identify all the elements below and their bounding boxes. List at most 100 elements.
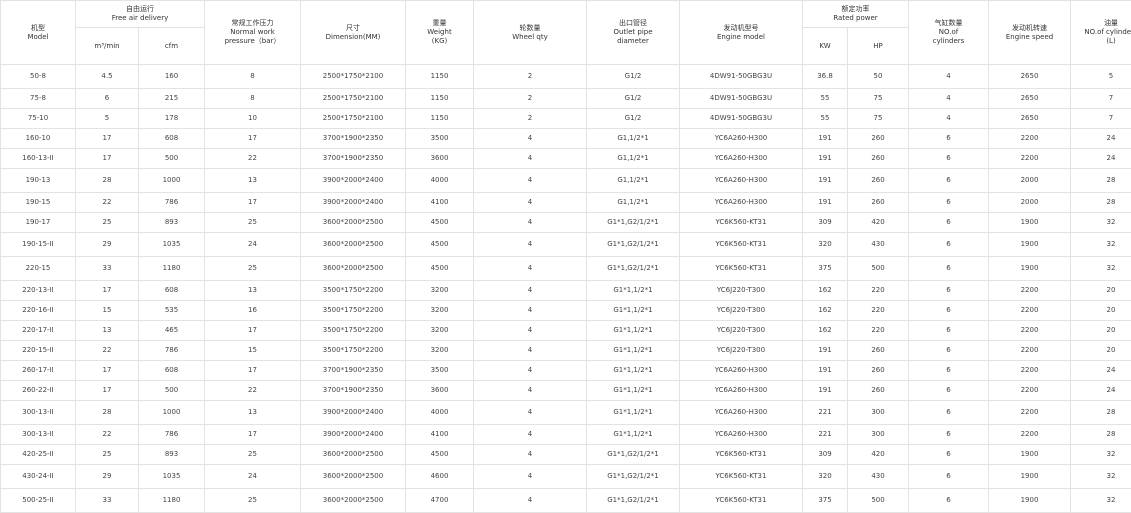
- cell-engine-speed: 1900: [989, 445, 1071, 465]
- cell-power-kw: 191: [803, 381, 848, 401]
- cell-engine-model: 4DW91-50GBG3U: [680, 89, 803, 109]
- cell-weight: 3500: [406, 361, 474, 381]
- cell-model: 50-8: [1, 65, 76, 89]
- cell-pressure: 13: [205, 169, 301, 193]
- cell-wheel-qty: 4: [474, 445, 587, 465]
- cell-pressure: 17: [205, 129, 301, 149]
- cell-fad-m3: 25: [76, 213, 139, 233]
- cell-engine-model: YC6J220-T300: [680, 281, 803, 301]
- table-row: 220-16-II15535163500*1750*220032004G1*1,…: [1, 301, 1131, 321]
- cell-power-hp: 500: [848, 257, 909, 281]
- cell-power-kw: 191: [803, 341, 848, 361]
- cell-power-hp: 260: [848, 341, 909, 361]
- cell-model: 220-15: [1, 257, 76, 281]
- cell-model: 220-13-II: [1, 281, 76, 301]
- cell-fad-cfm: 160: [139, 65, 205, 89]
- cell-fad-cfm: 608: [139, 129, 205, 149]
- cell-model: 260-17-II: [1, 361, 76, 381]
- cell-engine-speed: 1900: [989, 257, 1071, 281]
- cell-engine-model: YC6K560-KT31: [680, 213, 803, 233]
- cell-cylinders: 6: [909, 445, 989, 465]
- cell-dimension: 2500*1750*2100: [301, 89, 406, 109]
- cell-outlet-pipe: G1,1/2*1: [587, 193, 680, 213]
- cell-dimension: 3900*2000*2400: [301, 193, 406, 213]
- cell-fad-cfm: 893: [139, 445, 205, 465]
- cell-model: 420-25-II: [1, 445, 76, 465]
- cell-dimension: 3500*1750*2200: [301, 341, 406, 361]
- cell-dimension: 3500*1750*2200: [301, 281, 406, 301]
- cell-cylinders: 4: [909, 109, 989, 129]
- cell-fad-cfm: 786: [139, 425, 205, 445]
- cell-power-hp: 220: [848, 281, 909, 301]
- cell-cylinders: 6: [909, 425, 989, 445]
- cell-weight: 1150: [406, 109, 474, 129]
- cell-weight: 4600: [406, 465, 474, 489]
- cell-cylinders: 6: [909, 257, 989, 281]
- cell-outlet-pipe: G1*1,1/2*1: [587, 361, 680, 381]
- cell-cylinders: 6: [909, 361, 989, 381]
- cell-engine-model: YC6A260-H300: [680, 129, 803, 149]
- header-weight: 重量Weight(KG): [406, 1, 474, 65]
- cell-cylinders: 4: [909, 65, 989, 89]
- cell-oil: 24: [1071, 381, 1131, 401]
- cell-dimension: 3600*2000*2500: [301, 465, 406, 489]
- cell-outlet-pipe: G1,1/2*1: [587, 149, 680, 169]
- table-row: 220-15331180253600*2000*250045004G1*1,G2…: [1, 257, 1131, 281]
- cell-model: 190-17: [1, 213, 76, 233]
- cell-weight: 3200: [406, 341, 474, 361]
- cell-fad-m3: 22: [76, 341, 139, 361]
- table-row: 220-15-II22786153500*1750*220032004G1*1,…: [1, 341, 1131, 361]
- cell-dimension: 3900*2000*2400: [301, 401, 406, 425]
- cell-model: 75-8: [1, 89, 76, 109]
- cell-pressure: 25: [205, 213, 301, 233]
- cell-dimension: 3700*1900*2350: [301, 361, 406, 381]
- cell-fad-cfm: 608: [139, 361, 205, 381]
- cell-power-kw: 162: [803, 301, 848, 321]
- table-row: 190-1725893253600*2000*250045004G1*1,G2/…: [1, 213, 1131, 233]
- cell-power-hp: 220: [848, 301, 909, 321]
- cell-engine-model: YC6K560-KT31: [680, 445, 803, 465]
- cell-engine-model: YC6J220-T300: [680, 341, 803, 361]
- cell-wheel-qty: 4: [474, 425, 587, 445]
- cell-weight: 3600: [406, 149, 474, 169]
- cell-fad-m3: 28: [76, 169, 139, 193]
- cell-outlet-pipe: G1*1,1/2*1: [587, 425, 680, 445]
- header-model: 机型Model: [1, 1, 76, 65]
- cell-power-kw: 36.8: [803, 65, 848, 89]
- cell-dimension: 3600*2000*2500: [301, 257, 406, 281]
- cell-wheel-qty: 4: [474, 381, 587, 401]
- cell-engine-model: YC6A260-H300: [680, 193, 803, 213]
- cell-wheel-qty: 4: [474, 401, 587, 425]
- cell-fad-m3: 33: [76, 489, 139, 513]
- cell-wheel-qty: 2: [474, 109, 587, 129]
- cell-fad-m3: 17: [76, 361, 139, 381]
- table-row: 260-17-II17608173700*1900*235035004G1*1,…: [1, 361, 1131, 381]
- cell-outlet-pipe: G1*1,1/2*1: [587, 401, 680, 425]
- cell-weight: 4500: [406, 257, 474, 281]
- cell-power-hp: 420: [848, 213, 909, 233]
- cell-cylinders: 6: [909, 193, 989, 213]
- cell-engine-model: 4DW91-50GBG3U: [680, 65, 803, 89]
- table-row: 420-25-II25893253600*2000*250045004G1*1,…: [1, 445, 1131, 465]
- cell-wheel-qty: 4: [474, 169, 587, 193]
- cell-power-hp: 260: [848, 129, 909, 149]
- cell-wheel-qty: 4: [474, 361, 587, 381]
- cell-model: 190-13: [1, 169, 76, 193]
- cell-outlet-pipe: G1*1,G2/1/2*1: [587, 445, 680, 465]
- cell-engine-speed: 2200: [989, 281, 1071, 301]
- cell-outlet-pipe: G1*1,1/2*1: [587, 301, 680, 321]
- cell-weight: 1150: [406, 89, 474, 109]
- spec-table-body: 50-84.516082500*1750*210011502G1/24DW91-…: [1, 65, 1131, 513]
- table-row: 300-13-II22786173900*2000*240041004G1*1,…: [1, 425, 1131, 445]
- cell-fad-m3: 17: [76, 381, 139, 401]
- cell-pressure: 17: [205, 193, 301, 213]
- cell-engine-speed: 1900: [989, 233, 1071, 257]
- cell-oil: 32: [1071, 213, 1131, 233]
- cell-wheel-qty: 4: [474, 149, 587, 169]
- cell-fad-m3: 17: [76, 129, 139, 149]
- cell-fad-cfm: 1000: [139, 169, 205, 193]
- cell-oil: 24: [1071, 361, 1131, 381]
- cell-fad-cfm: 1180: [139, 257, 205, 281]
- cell-weight: 4500: [406, 213, 474, 233]
- cell-power-hp: 50: [848, 65, 909, 89]
